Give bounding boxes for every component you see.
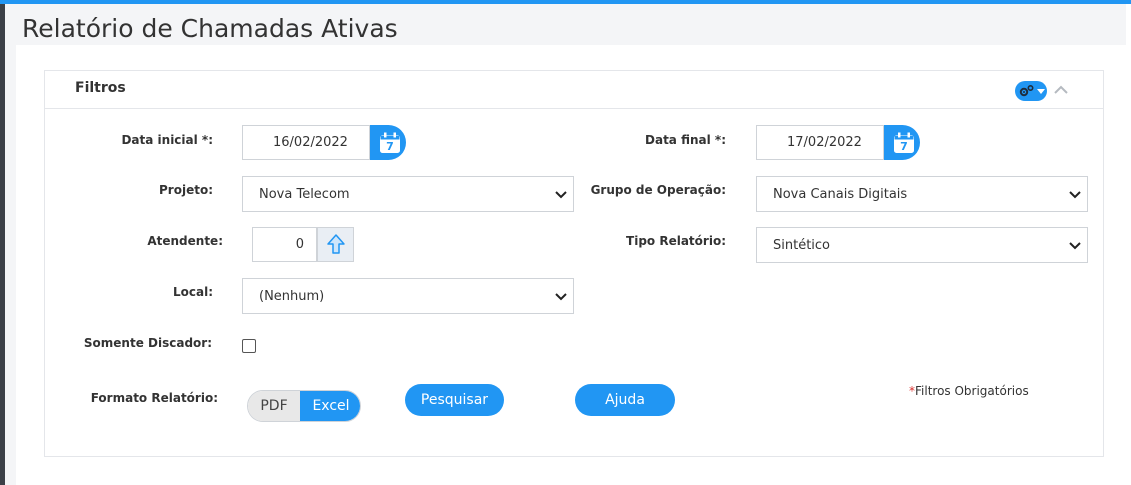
grupo-operacao-value: Nova Canais Digitais bbox=[773, 187, 908, 202]
atendente-search-button[interactable] bbox=[317, 227, 354, 262]
data-inicial-input[interactable]: 16/02/2022 bbox=[242, 125, 370, 160]
formato-relatorio-label: Formato Relatório: bbox=[90, 391, 218, 405]
tipo-relatorio-select[interactable]: Sintético bbox=[756, 227, 1088, 263]
pesquisar-button[interactable]: Pesquisar bbox=[405, 384, 504, 416]
chevron-down-icon bbox=[1069, 242, 1081, 250]
atendente-input[interactable]: 0 bbox=[252, 227, 317, 262]
projeto-value: Nova Telecom bbox=[259, 187, 350, 202]
chevron-down-icon bbox=[555, 293, 567, 301]
format-option-excel[interactable]: Excel bbox=[300, 391, 360, 421]
filters-panel: Filtros Data inicial *: 16/02/2022 7 Dat… bbox=[44, 70, 1104, 457]
panel-tools-button[interactable] bbox=[1015, 81, 1047, 101]
somente-discador-label: Somente Discador: bbox=[83, 336, 212, 350]
tipo-relatorio-label: Tipo Relatório: bbox=[626, 234, 726, 248]
data-final-value: 17/02/2022 bbox=[787, 135, 862, 150]
gears-icon bbox=[1019, 84, 1034, 97]
data-inicial-value: 16/02/2022 bbox=[273, 135, 348, 150]
local-value: (Nenhum) bbox=[259, 289, 325, 304]
grupo-operacao-select[interactable]: Nova Canais Digitais bbox=[756, 176, 1088, 212]
projeto-label: Projeto: bbox=[159, 183, 213, 197]
chevron-down-icon bbox=[1069, 191, 1081, 199]
ajuda-button[interactable]: Ajuda bbox=[575, 384, 675, 416]
tipo-relatorio-value: Sintético bbox=[773, 238, 831, 253]
calendar-icon: 7 bbox=[380, 132, 400, 153]
data-final-label: Data final *: bbox=[645, 133, 726, 147]
filters-panel-header: Filtros bbox=[45, 71, 1103, 109]
calendar-icon: 7 bbox=[894, 132, 914, 153]
chevron-up-icon[interactable] bbox=[1053, 83, 1069, 97]
somente-discador-checkbox[interactable] bbox=[242, 339, 256, 353]
svg-text:7: 7 bbox=[900, 140, 908, 153]
atendente-value: 0 bbox=[295, 237, 304, 252]
page-title: Relatório de Chamadas Ativas bbox=[22, 14, 398, 43]
svg-text:7: 7 bbox=[386, 140, 394, 153]
chevron-down-icon bbox=[555, 191, 567, 199]
local-label: Local: bbox=[172, 285, 213, 299]
formato-relatorio-toggle: PDF Excel bbox=[247, 390, 361, 422]
content-area: Filtros Data inicial *: 16/02/2022 7 Dat… bbox=[16, 45, 1126, 485]
data-final-input[interactable]: 17/02/2022 bbox=[756, 125, 884, 160]
projeto-select[interactable]: Nova Telecom bbox=[242, 176, 574, 212]
caret-down-icon bbox=[1037, 89, 1045, 94]
data-final-calendar-button[interactable]: 7 bbox=[884, 125, 920, 160]
format-option-pdf[interactable]: PDF bbox=[248, 391, 300, 421]
page: Relatório de Chamadas Ativas Filtros Dat… bbox=[5, 4, 1126, 485]
required-note-text: Filtros Obrigatórios bbox=[915, 384, 1029, 398]
required-note: *Filtros Obrigatórios bbox=[909, 384, 1029, 398]
local-select[interactable]: (Nenhum) bbox=[242, 278, 574, 314]
arrow-up-icon bbox=[327, 234, 345, 254]
grupo-operacao-label: Grupo de Operação: bbox=[590, 183, 726, 197]
atendente-label: Atendente: bbox=[147, 234, 223, 248]
data-inicial-label: Data inicial *: bbox=[121, 133, 213, 147]
filters-panel-title: Filtros bbox=[75, 80, 126, 96]
data-inicial-calendar-button[interactable]: 7 bbox=[370, 125, 406, 160]
